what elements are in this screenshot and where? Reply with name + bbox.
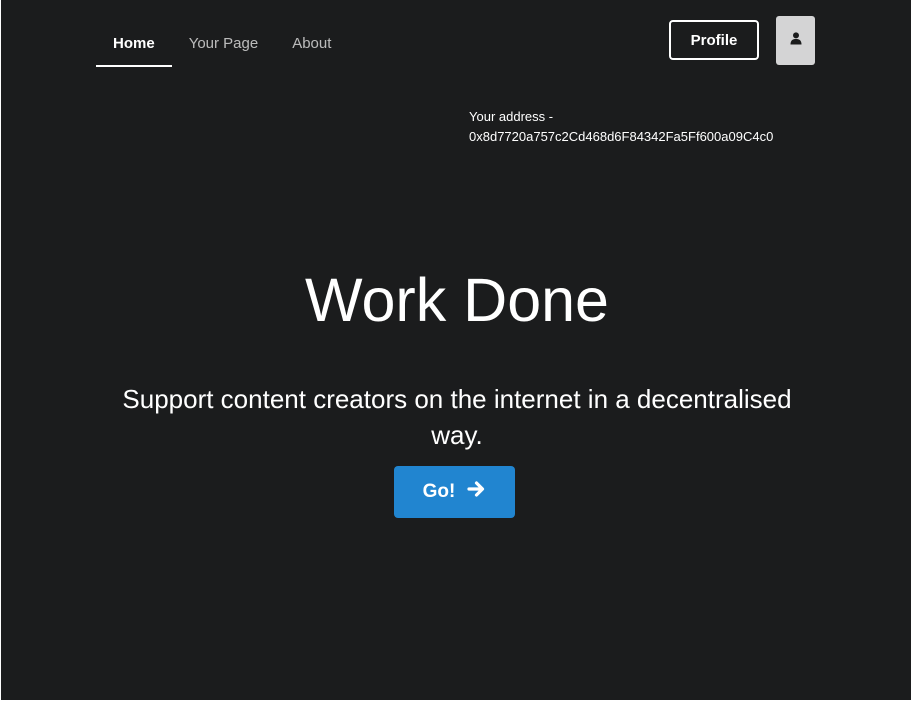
nav-item-your-page[interactable]: Your Page	[172, 22, 276, 67]
wallet-address-value: 0x8d7720a757c2Cd468d6F84342Fa5Ff600a09C4…	[469, 129, 774, 144]
user-icon	[790, 31, 802, 50]
avatar-button[interactable]	[776, 16, 815, 65]
arrow-right-icon	[467, 480, 486, 504]
hero-subtitle: Support content creators on the internet…	[122, 384, 792, 450]
go-button[interactable]: Go!	[394, 466, 515, 518]
go-button-label: Go!	[422, 481, 456, 502]
wallet-address-label: Your address -	[469, 109, 554, 124]
nav-item-home[interactable]: Home	[96, 22, 172, 67]
nav-item-label: Your Page	[188, 35, 259, 52]
wallet-address: Your address - 0x8d7720a757c2Cd468d6F843…	[469, 107, 773, 147]
profile-button[interactable]: Profile	[669, 20, 759, 60]
nav-item-label: Home	[113, 35, 155, 52]
nav-item-about[interactable]: About	[275, 22, 348, 67]
profile-button-label: Profile	[690, 31, 738, 49]
top-nav: Home Your Page About	[96, 22, 348, 67]
nav-item-label: About	[292, 35, 332, 52]
page: Home Your Page About Profile Your addres…	[1, 0, 911, 700]
hero-title: Work Done	[305, 266, 609, 334]
